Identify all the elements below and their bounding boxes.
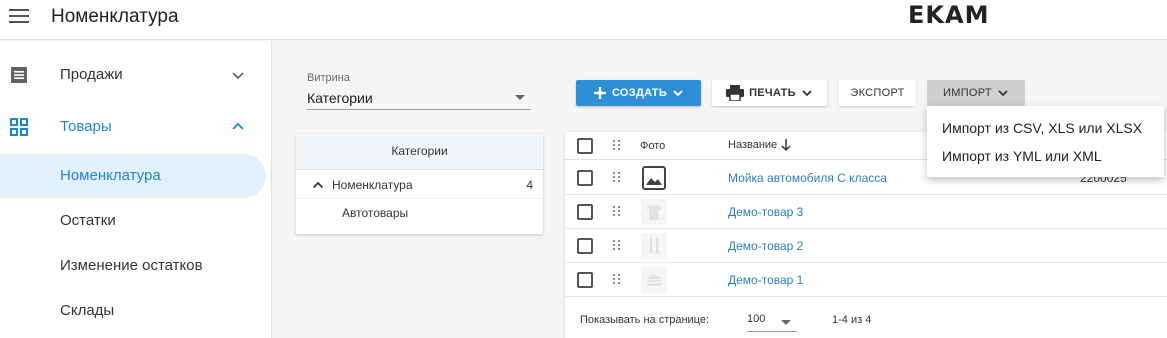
main-content: Витрина Категории Создать Печать Экспорт…	[273, 41, 1167, 338]
chevron-down-icon	[998, 90, 1008, 97]
grid-icon	[10, 118, 28, 136]
column-header-name[interactable]: Название	[728, 138, 792, 152]
drag-handle-icon[interactable]	[612, 239, 624, 253]
category-count: 4	[526, 178, 533, 192]
sidebar-subitem-stock[interactable]: Остатки	[0, 199, 266, 243]
category-item-root[interactable]: Номенклатура 4	[296, 171, 543, 199]
drag-handle-icon[interactable]	[612, 171, 624, 185]
table-row[interactable]: Демо-товар 3	[565, 195, 1167, 229]
select-all-checkbox[interactable]	[577, 138, 593, 154]
product-name-link[interactable]: Демо-товар 3	[728, 205, 803, 219]
product-name-link[interactable]: Демо-товар 2	[728, 239, 803, 253]
sidebar-subitem-label: Остатки	[60, 212, 116, 229]
dropdown-arrow-icon	[781, 320, 791, 325]
row-checkbox[interactable]	[577, 170, 593, 186]
sidebar-subitem-stock-changes[interactable]: Изменение остатков	[0, 244, 266, 288]
pagination-range: 1-4 из 4	[832, 314, 872, 326]
table-row[interactable]: Демо-товар 1	[565, 263, 1167, 297]
sidebar-subitem-label: Склады	[60, 302, 115, 319]
row-checkbox[interactable]	[577, 238, 593, 254]
chevron-down-icon	[802, 90, 812, 97]
export-button-label: Экспорт	[850, 87, 905, 99]
sidebar-subitem-warehouses[interactable]: Склады	[0, 289, 266, 333]
column-header-photo: Фото	[640, 140, 666, 152]
categories-header: Категории	[296, 134, 543, 170]
sidebar-item-label: Продажи	[60, 66, 123, 83]
sidebar-subitem-label: Номенклатура	[60, 167, 161, 184]
chevron-down-icon	[232, 72, 244, 80]
drag-handle-icon[interactable]	[612, 273, 624, 287]
cutlery-icon	[641, 233, 667, 259]
print-button[interactable]: Печать	[712, 80, 827, 106]
create-button[interactable]: Создать	[576, 80, 701, 106]
chevron-down-icon	[673, 90, 683, 97]
categories-panel: Категории Номенклатура 4 Автотовары	[296, 134, 543, 234]
row-checkbox[interactable]	[577, 204, 593, 220]
sidebar-subitem-nomenclature[interactable]: Номенклатура	[0, 154, 266, 198]
drag-handle-icon	[612, 139, 624, 153]
top-app-bar: Номенклатура EKAM	[0, 0, 1167, 40]
receipt-icon	[11, 67, 27, 83]
sidebar-subitem-label: Изменение остатков	[60, 257, 203, 274]
plus-icon	[593, 87, 606, 99]
category-name: Автотовары	[342, 206, 409, 220]
sidebar: Продажи Товары Номенклатура Остатки Изме…	[0, 41, 272, 338]
printer-icon	[726, 85, 745, 101]
import-button[interactable]: Импорт	[927, 80, 1025, 106]
sort-arrow-down-icon	[781, 139, 791, 152]
sidebar-item-sales[interactable]: Продажи	[0, 53, 272, 97]
vitrina-value: Категории	[307, 90, 373, 106]
column-header-name-label: Название	[728, 139, 778, 151]
page-title: Номенклатура	[51, 6, 179, 27]
image-icon	[642, 166, 666, 190]
per-page-label: Показывать на странице:	[580, 314, 710, 326]
shirt-icon	[641, 199, 667, 225]
create-button-label: Создать	[611, 87, 668, 99]
dropdown-arrow-icon	[515, 95, 525, 100]
drag-handle-icon[interactable]	[612, 205, 624, 219]
product-name-link[interactable]: Демо-товар 1	[728, 273, 803, 287]
sidebar-item-goods[interactable]: Товары	[0, 105, 272, 149]
row-checkbox[interactable]	[577, 272, 593, 288]
hamburger-menu-icon[interactable]	[9, 9, 29, 25]
vitrina-label: Витрина	[307, 72, 350, 84]
menu-item-import-csv[interactable]: Импорт из CSV, XLS или XLSX	[942, 120, 1142, 136]
print-button-label: Печать	[749, 87, 796, 99]
category-name: Номенклатура	[332, 178, 413, 192]
per-page-select[interactable]: 100	[747, 308, 797, 332]
categories-header-title: Категории	[391, 144, 448, 158]
vitrina-select[interactable]: Категории	[307, 86, 531, 110]
burger-icon	[641, 267, 667, 293]
table-pagination: Показывать на странице: 100 1-4 из 4	[565, 302, 1167, 338]
ekam-logo: EKAM	[908, 1, 990, 29]
category-item-child[interactable]: Автотовары	[296, 199, 543, 227]
import-dropdown-menu: Импорт из CSV, XLS или XLSX Импорт из YM…	[927, 106, 1164, 177]
menu-item-import-yml[interactable]: Импорт из YML или XML	[942, 148, 1102, 164]
export-button[interactable]: Экспорт	[839, 80, 916, 106]
per-page-value: 100	[747, 313, 766, 325]
table-row[interactable]: Демо-товар 2	[565, 229, 1167, 263]
product-name-link[interactable]: Мойка автомобиля С класса	[728, 171, 887, 185]
import-button-label: Импорт	[943, 87, 992, 99]
chevron-up-icon	[232, 122, 244, 130]
chevron-up-icon[interactable]	[312, 179, 324, 191]
sidebar-item-label: Товары	[60, 118, 112, 135]
